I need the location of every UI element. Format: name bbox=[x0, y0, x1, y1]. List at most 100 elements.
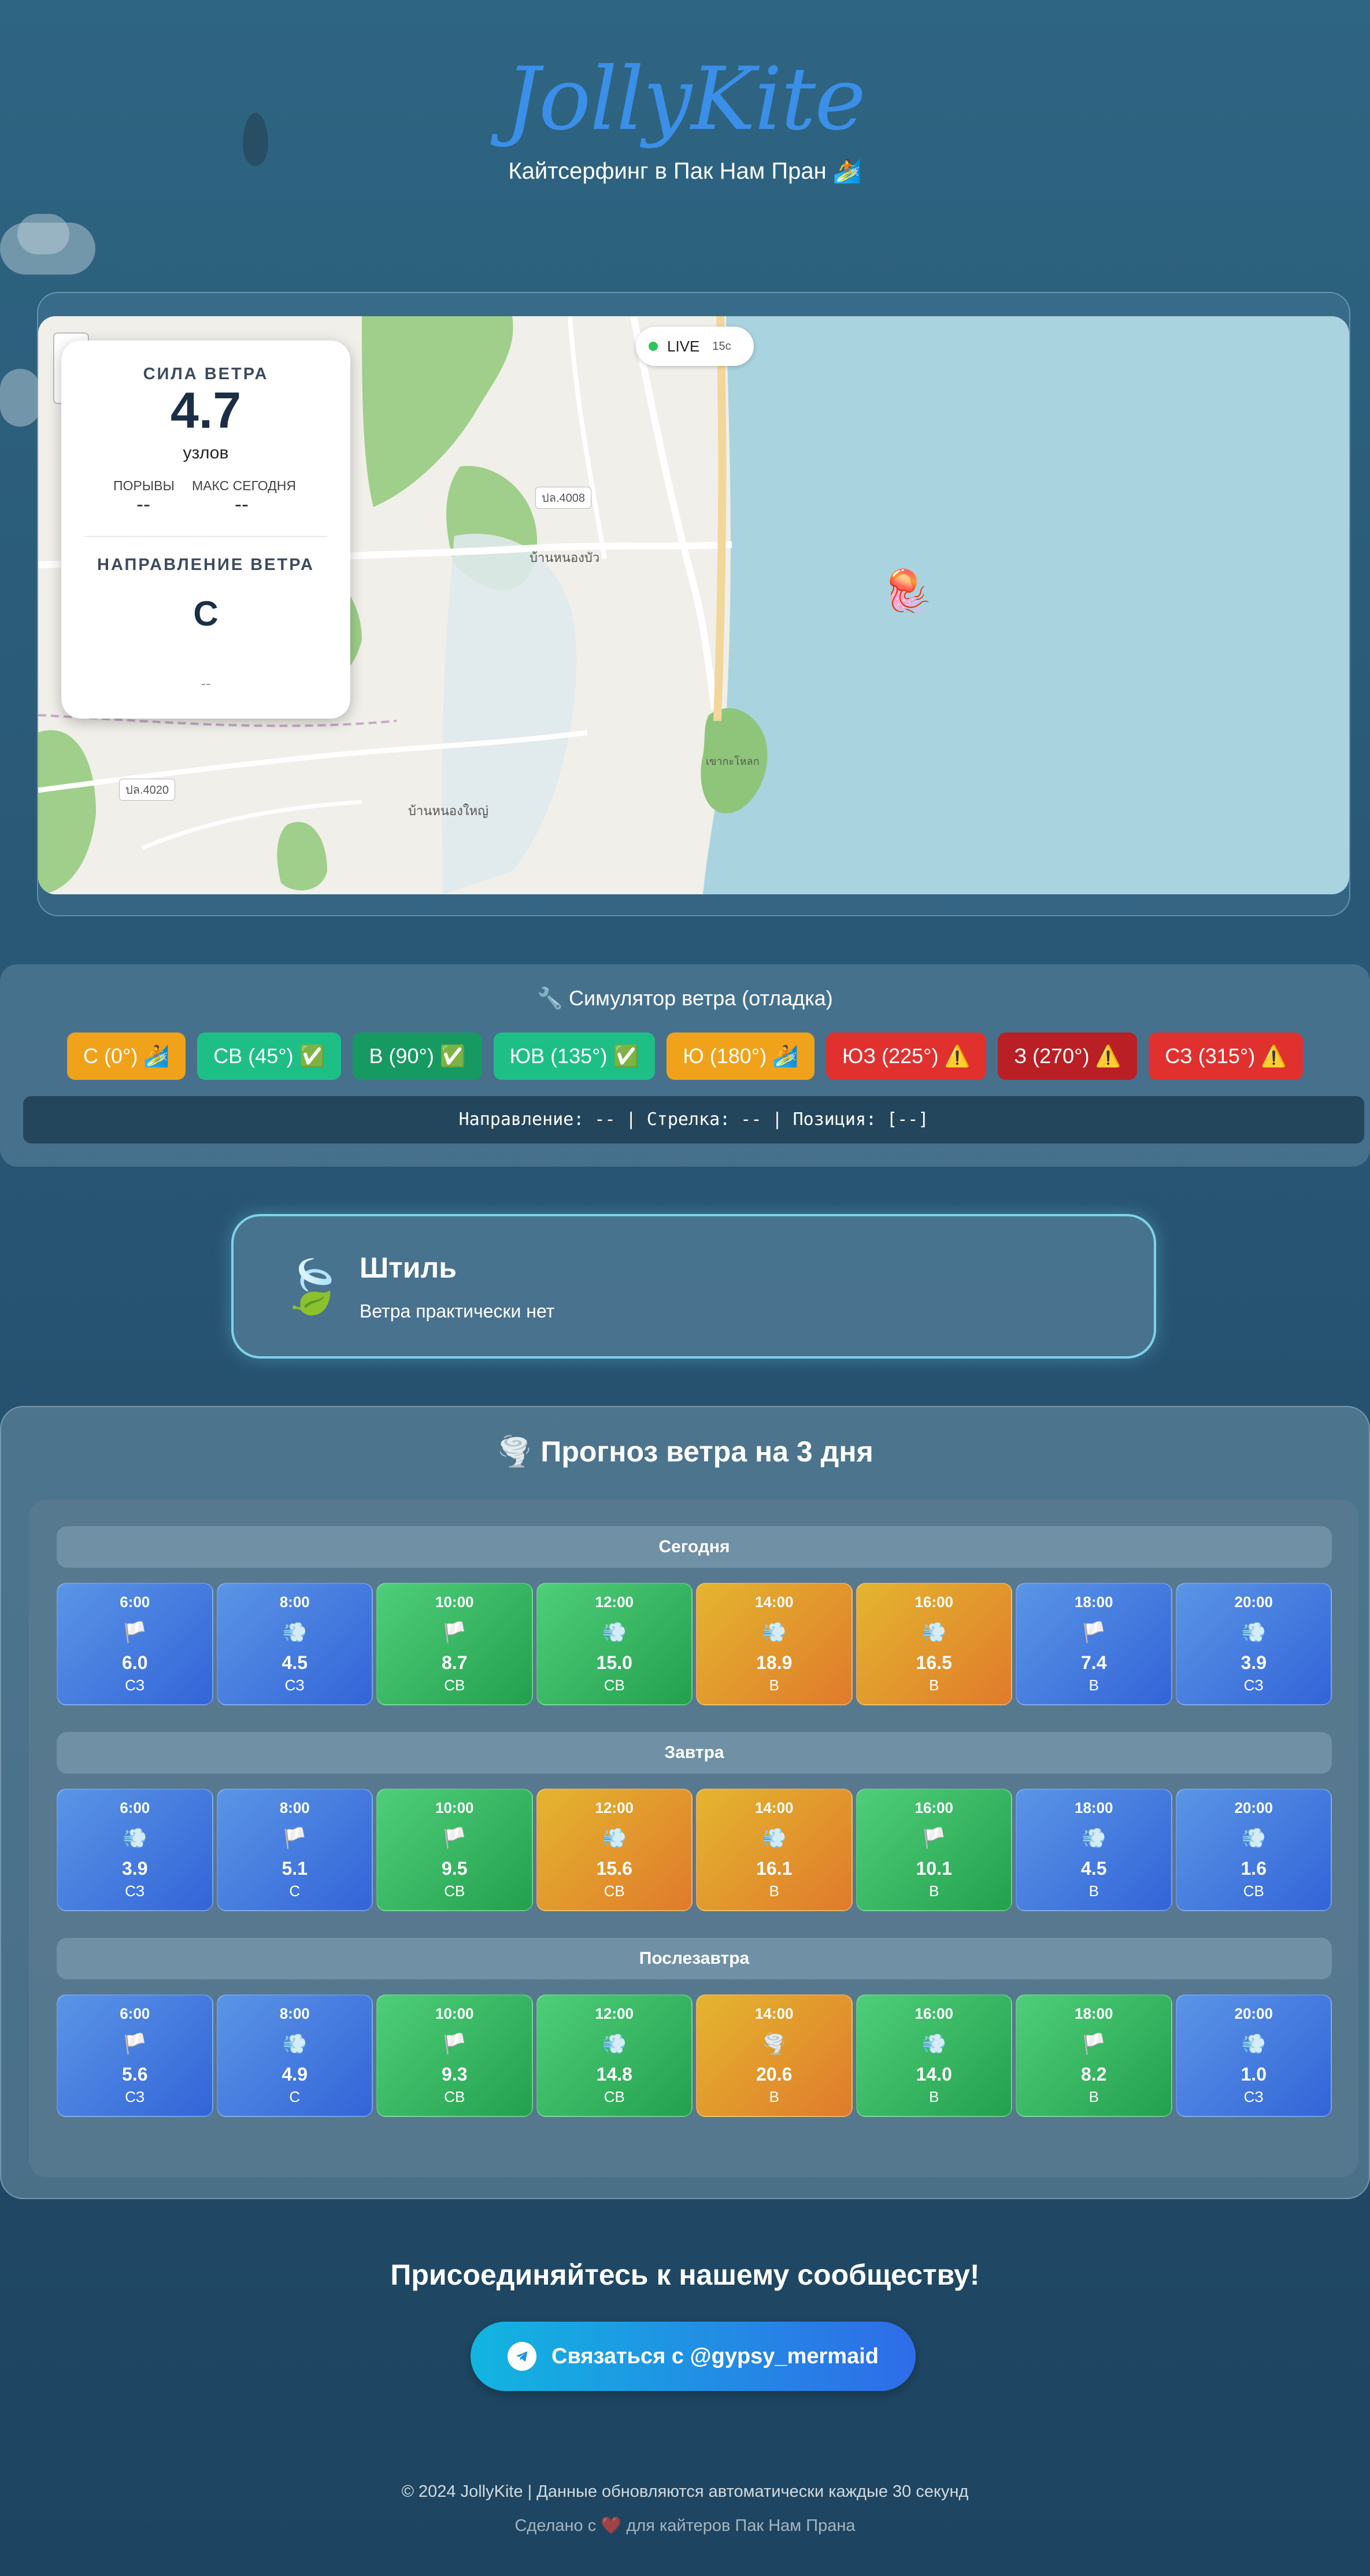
app-subtitle: Кайтсерфинг в Пак Нам Пран 🏄 bbox=[508, 158, 862, 184]
simulator-direction-button[interactable]: С (0°) 🏄 bbox=[66, 1032, 186, 1080]
simulator-status-icon: ⚠️ bbox=[1261, 1044, 1287, 1068]
max-today-label: МАКС СЕГОДНЯ bbox=[192, 478, 296, 493]
simulator-status-icon: ✅ bbox=[299, 1044, 325, 1068]
forecast-direction: В bbox=[1088, 1882, 1099, 1900]
wind-condition-icon: 💨 bbox=[762, 1622, 787, 1644]
simulator-direction-button[interactable]: Ю (180°) 🏄 bbox=[667, 1032, 815, 1080]
simulator-direction-button[interactable]: В (90°) ✅ bbox=[353, 1032, 482, 1080]
live-label: LIVE bbox=[667, 337, 700, 355]
wind-direction-title: НАПРАВЛЕНИЕ ВЕТРА bbox=[97, 556, 314, 574]
wind-simulator: 🔧 Симулятор ветра (отладка) С (0°) 🏄 СВ (4… bbox=[0, 964, 1370, 1167]
forecast-direction: СВ bbox=[603, 1882, 625, 1900]
forecast-time: 10:00 bbox=[435, 1799, 474, 1816]
forecast-slot[interactable]: 16:00 🏳️ 10.1 В bbox=[856, 1789, 1012, 1911]
condition-title: Штиль bbox=[360, 1252, 457, 1284]
forecast-direction: С bbox=[289, 2088, 301, 2105]
simulator-status-icon: 🏄 bbox=[772, 1044, 799, 1068]
forecast-time: 10:00 bbox=[435, 1593, 474, 1611]
cloud-decoration bbox=[17, 214, 69, 254]
map-view[interactable]: ปล.4008 บ้านหนองบัว บ้านหนองใหญ่ ปล.4020… bbox=[38, 316, 1349, 894]
forecast-speed: 20.6 bbox=[756, 2064, 793, 2085]
forecast-day-row: 6:00 🏳️ 5.6 СЗ 8:00 💨 4.9 С 10:00 🏳️ 9.3 СВ 12:00 💨 14… bbox=[57, 1994, 1332, 2117]
forecast-slot[interactable]: 18:00 🏳️ 8.2 В bbox=[1016, 1994, 1172, 2117]
forecast-slot[interactable]: 8:00 💨 4.5 СЗ bbox=[216, 1583, 373, 1705]
forecast-slot[interactable]: 12:00 💨 15.0 СВ bbox=[536, 1583, 693, 1705]
forecast-slot[interactable]: 6:00 🏳️ 6.0 СЗ bbox=[57, 1583, 213, 1705]
wind-condition-icon: 🏳️ bbox=[442, 2033, 467, 2055]
wind-condition-icon: 🏳️ bbox=[1082, 1622, 1106, 1644]
simulator-direction-button[interactable]: СВ (45°) ✅ bbox=[197, 1032, 342, 1080]
forecast-time: 6:00 bbox=[120, 1593, 150, 1611]
simulator-button-label: ЮВ (135°) bbox=[509, 1044, 608, 1068]
forecast-slot[interactable]: 20:00 💨 3.9 СЗ bbox=[1175, 1583, 1332, 1705]
forecast-slot[interactable]: 10:00 🏳️ 9.5 СВ bbox=[376, 1789, 533, 1911]
forecast-slot[interactable]: 16:00 💨 14.0 В bbox=[856, 1994, 1012, 2117]
wind-condition-icon: 💨 bbox=[282, 1622, 307, 1644]
wind-direction-value: С bbox=[193, 594, 219, 633]
gusts-value: -- bbox=[136, 492, 150, 516]
forecast-slot[interactable]: 12:00 💨 15.6 СВ bbox=[536, 1789, 693, 1911]
forecast-slot[interactable]: 14:00 🌪️ 20.6 В bbox=[696, 1994, 853, 2117]
forecast-slot[interactable]: 20:00 💨 1.0 СЗ bbox=[1175, 1994, 1332, 2117]
forecast-speed: 4.5 bbox=[282, 1652, 308, 1673]
wind-condition-icon: 🏳️ bbox=[442, 1622, 467, 1644]
footer-copyright: © 2024 JollyKite | Данные обновляются ав… bbox=[401, 2482, 969, 2501]
forecast-speed: 9.5 bbox=[442, 1858, 468, 1879]
wind-direction-extra: -- bbox=[201, 675, 211, 692]
forecast-direction: СЗ bbox=[284, 1676, 305, 1694]
forecast-speed: 7.4 bbox=[1081, 1652, 1107, 1673]
wind-condition-icon: 💨 bbox=[602, 1622, 627, 1644]
live-age: 15с bbox=[712, 339, 731, 353]
forecast-slot[interactable]: 10:00 🏳️ 8.7 СВ bbox=[376, 1583, 533, 1705]
forecast-speed: 10.1 bbox=[916, 1858, 952, 1879]
wind-speed-value: 4.7 bbox=[170, 382, 242, 439]
wind-info-card: СИЛА ВЕТРА 4.7 узлов ПОРЫВЫ -- МАКС СЕГО… bbox=[61, 340, 350, 719]
wind-condition-icon: 💨 bbox=[602, 2033, 627, 2055]
forecast-day-row: 6:00 💨 3.9 СЗ 8:00 🏳️ 5.1 С 10:00 🏳️ 9.5 СВ 12:00 💨 15… bbox=[57, 1789, 1332, 1911]
forecast-direction: В bbox=[929, 2088, 939, 2105]
forecast-slot[interactable]: 16:00 💨 16.5 В bbox=[856, 1583, 1012, 1705]
forecast-direction: С bbox=[289, 1882, 301, 1900]
forecast-slot[interactable]: 8:00 💨 4.9 С bbox=[216, 1994, 373, 2117]
simulator-button-label: СЗ (315°) bbox=[1165, 1044, 1256, 1068]
telegram-contact-button[interactable]: Связаться с @gypsy_mermaid bbox=[471, 2322, 916, 2391]
forecast-time: 14:00 bbox=[755, 1799, 794, 1816]
forecast-slot[interactable]: 18:00 💨 4.5 В bbox=[1016, 1789, 1172, 1911]
forecast-speed: 14.8 bbox=[596, 2064, 632, 2085]
kite-spot-marker-icon[interactable]: 🪼 bbox=[882, 568, 932, 615]
forecast-speed: 4.5 bbox=[1081, 1858, 1107, 1879]
simulator-button-label: СВ (45°) bbox=[213, 1044, 294, 1068]
forecast-time: 20:00 bbox=[1234, 1593, 1273, 1611]
forecast-slot[interactable]: 6:00 🏳️ 5.6 СЗ bbox=[57, 1994, 213, 2117]
forecast-slot[interactable]: 14:00 💨 16.1 В bbox=[696, 1789, 853, 1911]
forecast-direction: СЗ bbox=[1243, 1676, 1264, 1694]
leaf-icon: 🍃 bbox=[280, 1259, 345, 1316]
forecast-direction: СВ bbox=[444, 2088, 465, 2105]
forecast-speed: 4.9 bbox=[282, 2064, 308, 2085]
simulator-direction-button[interactable]: СЗ (315°) ⚠️ bbox=[1149, 1032, 1304, 1080]
forecast-slot[interactable]: 20:00 💨 1.6 СВ bbox=[1175, 1789, 1332, 1911]
wind-condition-icon: 💨 bbox=[921, 1622, 946, 1644]
simulator-direction-button[interactable]: ЮЗ (225°) ⚠️ bbox=[826, 1032, 987, 1080]
wind-condition-icon: 💨 bbox=[602, 1827, 627, 1849]
live-badge: LIVE 15с bbox=[636, 327, 754, 366]
forecast-slot[interactable]: 10:00 🏳️ 9.3 СВ bbox=[376, 1994, 533, 2117]
forecast-speed: 18.9 bbox=[756, 1652, 793, 1673]
wind-condition-card: 🍃 Штиль Ветра практически нет bbox=[231, 1214, 1156, 1359]
forecast-speed: 15.0 bbox=[596, 1652, 632, 1673]
forecast-slot[interactable]: 12:00 💨 14.8 СВ bbox=[536, 1994, 693, 2117]
forecast-speed: 8.7 bbox=[442, 1652, 468, 1673]
forecast-time: 6:00 bbox=[120, 2005, 150, 2022]
map-place-label: ปล.4008 bbox=[535, 487, 591, 509]
forecast-slot[interactable]: 14:00 💨 18.9 В bbox=[696, 1583, 853, 1705]
forecast-slot[interactable]: 8:00 🏳️ 5.1 С bbox=[216, 1789, 373, 1911]
forecast-slot[interactable]: 18:00 🏳️ 7.4 В bbox=[1016, 1583, 1172, 1705]
simulator-status-icon: ⚠️ bbox=[944, 1044, 971, 1068]
wind-condition-icon: 🏳️ bbox=[442, 1827, 467, 1849]
simulator-direction-button[interactable]: ЮВ (135°) ✅ bbox=[493, 1032, 656, 1080]
telegram-button-label: Связаться с @gypsy_mermaid bbox=[551, 2344, 879, 2368]
simulator-direction-button[interactable]: З (270°) ⚠️ bbox=[998, 1032, 1138, 1080]
forecast-slot[interactable]: 6:00 💨 3.9 СЗ bbox=[57, 1789, 213, 1911]
simulator-status-icon: 🏄 bbox=[143, 1044, 170, 1068]
forecast-direction: СЗ bbox=[125, 1676, 145, 1694]
